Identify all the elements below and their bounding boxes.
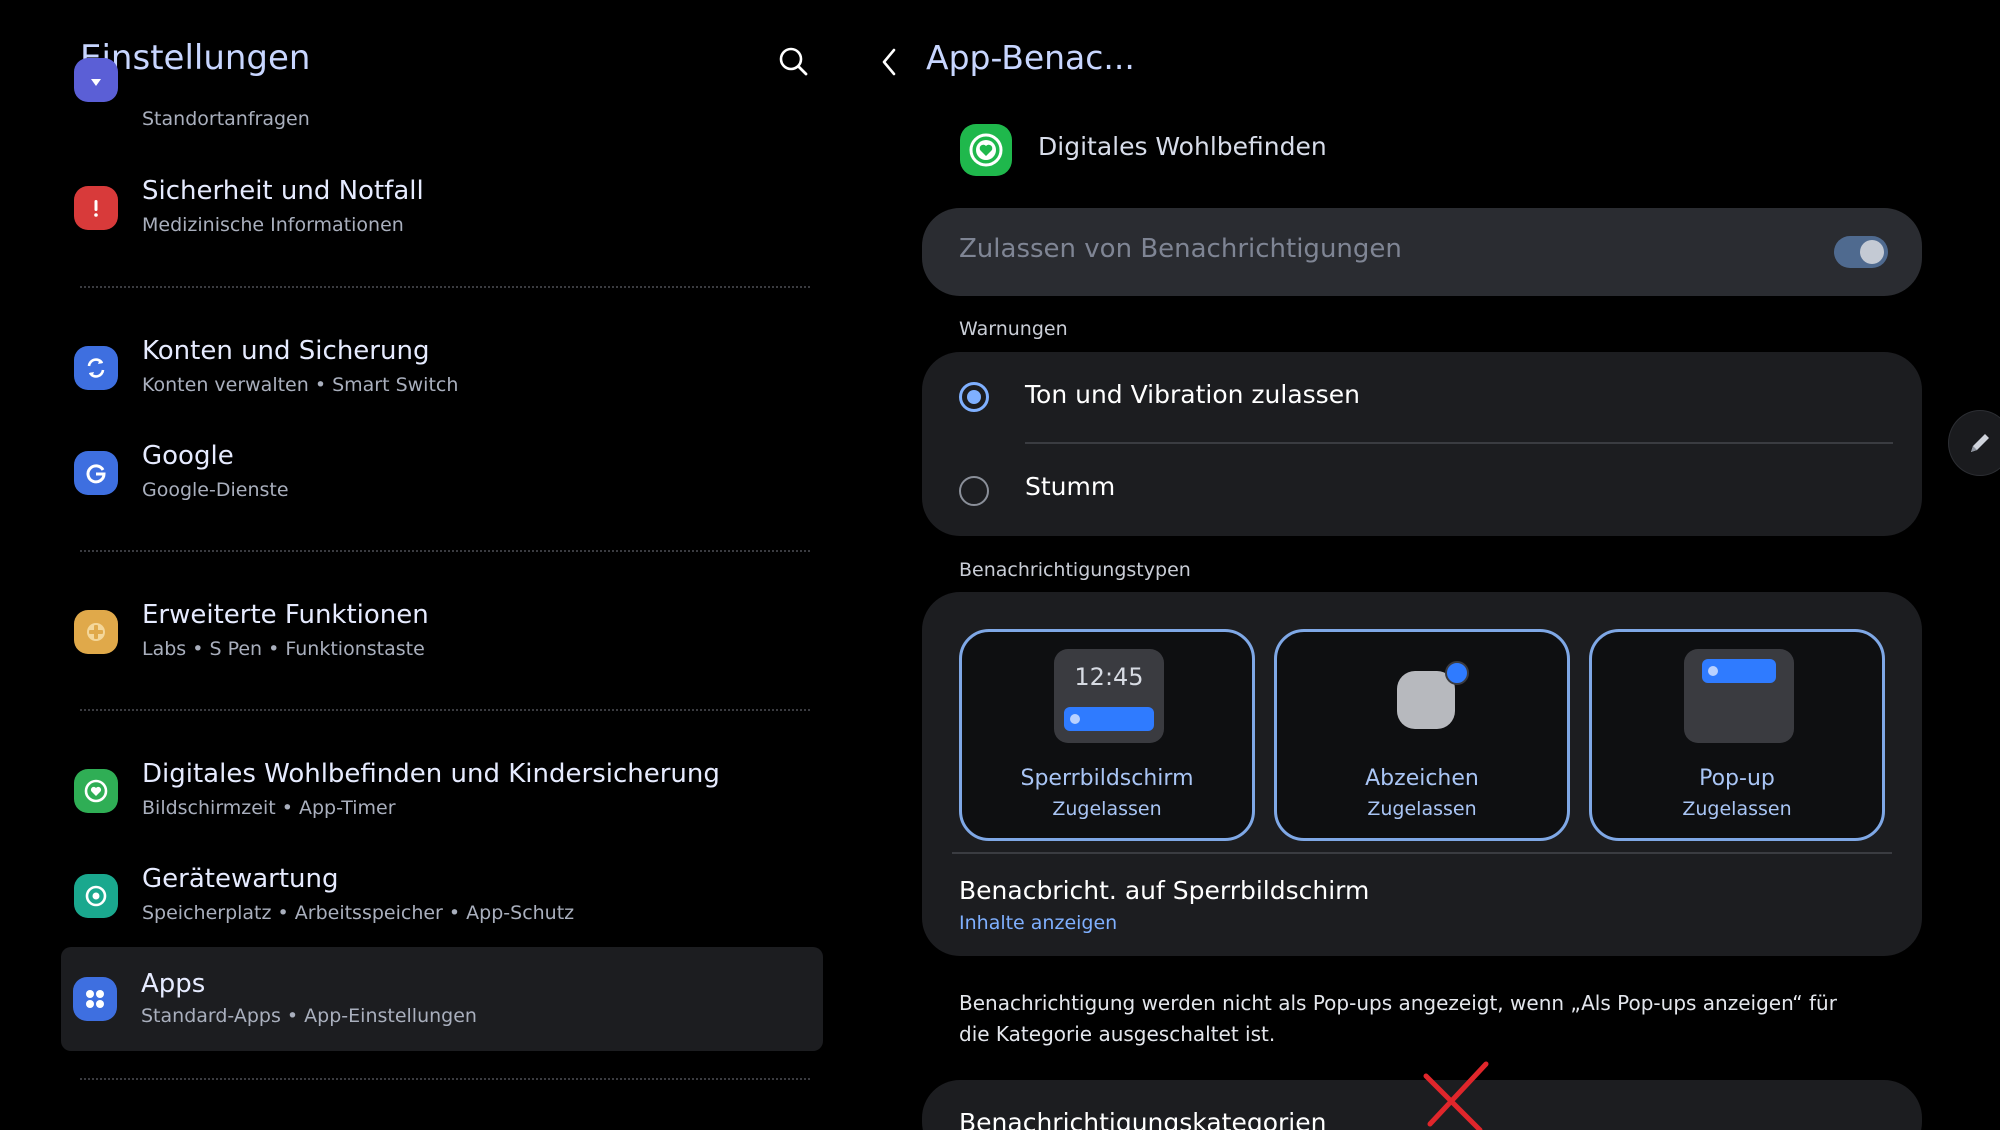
google-icon bbox=[74, 451, 118, 495]
warnings-card: Ton und Vibration zulassen Stumm bbox=[922, 352, 1922, 536]
section-divider bbox=[80, 1078, 810, 1080]
maintenance-icon bbox=[74, 874, 118, 918]
notification-categories-title: Benachrichtigungskategorien bbox=[959, 1108, 1327, 1130]
red-cross-annotation-icon bbox=[1423, 1061, 1489, 1130]
warnings-section-label: Warnungen bbox=[959, 318, 1068, 340]
sidebar-item-subtitle: Standortanfragen bbox=[142, 108, 310, 130]
page-title: App-Benac... bbox=[926, 38, 1135, 77]
radio-mute[interactable] bbox=[959, 476, 989, 506]
popup-info-note: Benachrichtigung werden nicht als Pop-up… bbox=[959, 991, 1837, 1046]
tile-name: Sperrbildschirm bbox=[1020, 766, 1194, 791]
sidebar-item-subtitle: Bildschirmzeit • App-Timer bbox=[142, 797, 396, 819]
sidebar-item-subtitle: Speicherplatz • Arbeitsspeicher • App-Sc… bbox=[142, 902, 575, 924]
app-header: Digitales Wohlbefinden bbox=[958, 122, 1558, 178]
badge-preview bbox=[1369, 649, 1479, 743]
allow-notifications-label: Zulassen von Benachrichtigungen bbox=[959, 234, 1402, 264]
sidebar-item-subtitle: Google-Dienste bbox=[142, 479, 289, 501]
sidebar-item-label: Erweiterte Funktionen bbox=[142, 600, 429, 630]
preview-popup-bar bbox=[1702, 659, 1776, 683]
tile-status: Zugelassen bbox=[1052, 798, 1162, 820]
lock-screen-notifications-title[interactable]: Benacbricht. auf Sperrbildschirm bbox=[959, 876, 1369, 905]
toggle-knob bbox=[1860, 240, 1884, 264]
lock-screen-preview: 12:45 bbox=[1054, 649, 1164, 743]
sync-icon bbox=[74, 346, 118, 390]
notification-types-section-label: Benachrichtigungstypen bbox=[959, 559, 1191, 581]
sidebar-item-label: Digitales Wohlbefinden und Kindersicheru… bbox=[142, 759, 720, 789]
option-mute-label[interactable]: Stumm bbox=[1025, 472, 1115, 501]
allow-notifications-toggle[interactable] bbox=[1834, 236, 1888, 268]
sidebar-item-apps[interactable]: Apps Standard-Apps • App-Einstellungen bbox=[61, 947, 823, 1051]
tile-status: Zugelassen bbox=[1682, 798, 1792, 820]
settings-list-pane: Einstellungen Standortanfragen Sicherhei… bbox=[0, 0, 860, 1130]
location-icon bbox=[74, 58, 118, 102]
sidebar-item-subtitle: Labs • S Pen • Funktionstaste bbox=[142, 638, 425, 660]
tile-status: Zugelassen bbox=[1367, 798, 1477, 820]
back-button[interactable] bbox=[870, 40, 910, 84]
sidebar-item-subtitle: Medizinische Informationen bbox=[142, 214, 404, 236]
edit-button[interactable] bbox=[1948, 410, 2000, 476]
back-chevron-icon bbox=[882, 48, 896, 76]
sidebar-item-google[interactable]: Google Google-Dienste bbox=[62, 435, 824, 525]
sidebar-item-device-care[interactable]: Gerätewartung Speicherplatz • Arbeitsspe… bbox=[62, 858, 824, 948]
sidebar-item-subtitle: Standard-Apps • App-Einstellungen bbox=[141, 1005, 477, 1027]
tile-name: Pop-up bbox=[1699, 766, 1775, 791]
popup-preview bbox=[1684, 649, 1794, 743]
preview-notification-bar bbox=[1064, 707, 1154, 731]
preview-time: 12:45 bbox=[1074, 663, 1144, 691]
sidebar-item-location[interactable]: Standortanfragen bbox=[62, 58, 824, 134]
sidebar-item-label: Google bbox=[142, 441, 234, 471]
sidebar-item-label: Gerätewartung bbox=[142, 864, 339, 894]
allow-notifications-row[interactable]: Zulassen von Benachrichtigungen bbox=[922, 208, 1922, 296]
option-sound-vibration-label[interactable]: Ton und Vibration zulassen bbox=[1025, 380, 1360, 409]
sidebar-item-advanced-features[interactable]: Erweiterte Funktionen Labs • S Pen • Fun… bbox=[62, 594, 824, 684]
sidebar-item-subtitle: Konten verwalten • Smart Switch bbox=[142, 374, 459, 396]
sidebar-item-security[interactable]: Sicherheit und Notfall Medizinische Info… bbox=[62, 170, 824, 260]
option-divider bbox=[1025, 442, 1893, 444]
sidebar-item-accounts[interactable]: Konten und Sicherung Konten verwalten • … bbox=[62, 330, 824, 420]
notification-types-card: 12:45 Sperrbildschirm Zugelassen Abzeich… bbox=[922, 592, 1922, 956]
lock-screen-notifications-value: Inhalte anzeigen bbox=[959, 912, 1118, 934]
alert-icon bbox=[74, 186, 118, 230]
tile-badge[interactable]: Abzeichen Zugelassen bbox=[1274, 629, 1570, 841]
section-divider bbox=[80, 286, 810, 288]
radio-sound-vibration[interactable] bbox=[959, 382, 989, 412]
apps-grid-icon bbox=[73, 977, 117, 1021]
plus-puzzle-icon bbox=[74, 610, 118, 654]
tile-popup[interactable]: Pop-up Zugelassen bbox=[1589, 629, 1885, 841]
tile-name: Abzeichen bbox=[1365, 766, 1479, 791]
tile-lock-screen[interactable]: 12:45 Sperrbildschirm Zugelassen bbox=[959, 629, 1255, 841]
sidebar-item-label: Apps bbox=[141, 969, 206, 999]
badge-dot-icon bbox=[1445, 661, 1469, 685]
sidebar-item-digital-wellbeing[interactable]: Digitales Wohlbefinden und Kindersicheru… bbox=[62, 753, 824, 843]
edit-pencil-icon bbox=[1971, 434, 1989, 452]
types-divider bbox=[952, 852, 1892, 854]
section-divider bbox=[80, 550, 810, 552]
section-divider bbox=[80, 709, 810, 711]
wellbeing-heart-icon bbox=[74, 769, 118, 813]
app-name: Digitales Wohlbefinden bbox=[1038, 132, 1327, 161]
sidebar-item-label: Konten und Sicherung bbox=[142, 336, 430, 366]
sidebar-item-label: Sicherheit und Notfall bbox=[142, 176, 424, 206]
wellbeing-heart-icon bbox=[960, 124, 1012, 176]
